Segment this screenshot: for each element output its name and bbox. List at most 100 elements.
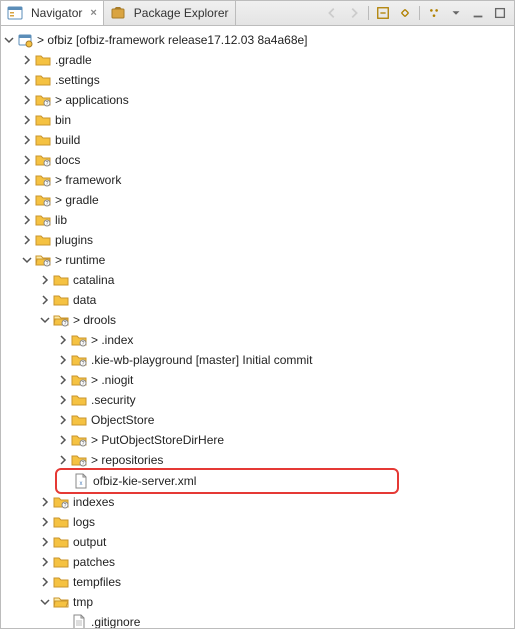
chevron-right-icon[interactable] [19, 232, 35, 248]
folder-icon [35, 52, 51, 68]
chevron-right-icon[interactable] [55, 412, 71, 428]
svg-text:?: ? [64, 503, 67, 509]
tree-item-indexes[interactable]: ?indexes [1, 492, 514, 512]
folder-icon [35, 232, 51, 248]
tree-item-docs[interactable]: ?docs [1, 150, 514, 170]
navigator-icon [7, 5, 23, 21]
svg-text:?: ? [82, 341, 85, 347]
tree-item-kie-wb[interactable]: ?.kie-wb-playground [master] Initial com… [1, 350, 514, 370]
chevron-right-icon[interactable] [19, 72, 35, 88]
view-toolbar [318, 5, 514, 21]
chevron-right-icon[interactable] [37, 554, 53, 570]
tree-item-repositories[interactable]: ?> repositories [1, 450, 514, 470]
chevron-right-icon[interactable] [55, 332, 71, 348]
folder-decorated-icon: ? [35, 172, 51, 188]
chevron-down-icon[interactable] [37, 594, 53, 610]
tree-item-build[interactable]: build [1, 130, 514, 150]
folder-decorated-icon: ? [35, 212, 51, 228]
chevron-right-icon[interactable] [19, 172, 35, 188]
folder-icon [53, 514, 69, 530]
tree-item-settings[interactable]: .settings [1, 70, 514, 90]
folder-decorated-icon: ? [53, 494, 69, 510]
view-menu-button[interactable] [448, 5, 464, 21]
tree-root-label: > ofbiz [ofbiz-framework release17.12.03… [37, 33, 308, 47]
filters-button[interactable] [426, 5, 442, 21]
collapse-all-button[interactable] [375, 5, 391, 21]
chevron-right-icon[interactable] [55, 452, 71, 468]
folder-icon [53, 574, 69, 590]
chevron-right-icon[interactable] [55, 432, 71, 448]
tree-item-runtime[interactable]: ?> runtime [1, 250, 514, 270]
minimize-button[interactable] [470, 5, 486, 21]
tree-item-applications[interactable]: ?> applications [1, 90, 514, 110]
link-editor-button[interactable] [397, 5, 413, 21]
tree-item-tmp[interactable]: tmp [1, 592, 514, 612]
tree-root[interactable]: > ofbiz [ofbiz-framework release17.12.03… [1, 30, 514, 50]
chevron-right-icon[interactable] [19, 152, 35, 168]
tree-item-lib[interactable]: ?lib [1, 210, 514, 230]
tree-item-gitignore[interactable]: .gitignore [1, 612, 514, 628]
chevron-right-icon[interactable] [37, 292, 53, 308]
tree-item-patches[interactable]: patches [1, 552, 514, 572]
tree-item-gradle[interactable]: .gradle [1, 50, 514, 70]
tree-item-plugins[interactable]: plugins [1, 230, 514, 250]
chevron-right-icon[interactable] [37, 514, 53, 530]
tree-item-index[interactable]: ?> .index [1, 330, 514, 350]
svg-text:?: ? [46, 261, 49, 267]
chevron-down-icon[interactable] [37, 312, 53, 328]
tree-item-framework[interactable]: ?> framework [1, 170, 514, 190]
tree-item-data[interactable]: data [1, 290, 514, 310]
back-button[interactable] [324, 5, 340, 21]
chevron-right-icon[interactable] [55, 372, 71, 388]
svg-text:?: ? [82, 361, 85, 367]
tab-navigator[interactable]: Navigator × [1, 1, 104, 25]
maximize-button[interactable] [492, 5, 508, 21]
chevron-right-icon[interactable] [19, 112, 35, 128]
tree-item-logs[interactable]: logs [1, 512, 514, 532]
chevron-right-icon[interactable] [37, 494, 53, 510]
tree-item-gradle2[interactable]: ?> gradle [1, 190, 514, 210]
svg-text:?: ? [46, 101, 49, 107]
chevron-right-icon[interactable] [37, 534, 53, 550]
tree-item-tempfiles[interactable]: tempfiles [1, 572, 514, 592]
tree-item-bin[interactable]: bin [1, 110, 514, 130]
tab-package-explorer[interactable]: Package Explorer [104, 1, 236, 25]
svg-text:?: ? [46, 201, 49, 207]
close-icon[interactable]: × [90, 7, 96, 19]
tree-item-drools[interactable]: ?> drools [1, 310, 514, 330]
chevron-right-icon[interactable] [19, 132, 35, 148]
chevron-right-icon[interactable] [19, 212, 35, 228]
chevron-right-icon[interactable] [55, 392, 71, 408]
folder-decorated-icon: ? [35, 192, 51, 208]
tree-item-kie-server-xml[interactable]: x ofbiz-kie-server.xml [57, 471, 397, 491]
folder-open-icon: ? [53, 312, 69, 328]
svg-text:?: ? [46, 181, 49, 187]
chevron-right-icon[interactable] [19, 192, 35, 208]
tree-item-catalina[interactable]: catalina [1, 270, 514, 290]
folder-decorated-icon: ? [35, 152, 51, 168]
project-icon [17, 32, 33, 48]
tree[interactable]: > ofbiz [ofbiz-framework release17.12.03… [1, 26, 514, 628]
package-explorer-icon [110, 5, 126, 21]
tree-item-security[interactable]: .security [1, 390, 514, 410]
svg-text:?: ? [82, 441, 85, 447]
tree-item-output[interactable]: output [1, 532, 514, 552]
chevron-right-icon[interactable] [19, 52, 35, 68]
folder-decorated-icon: ? [71, 352, 87, 368]
chevron-down-icon[interactable] [1, 32, 17, 48]
chevron-right-icon[interactable] [37, 272, 53, 288]
chevron-right-icon[interactable] [19, 92, 35, 108]
folder-icon [35, 72, 51, 88]
chevron-down-icon[interactable] [19, 252, 35, 268]
tree-item-niogit[interactable]: ?> .niogit [1, 370, 514, 390]
file-icon [71, 614, 87, 628]
chevron-right-icon[interactable] [37, 574, 53, 590]
folder-decorated-icon: ? [71, 452, 87, 468]
folder-icon [53, 272, 69, 288]
chevron-right-icon[interactable] [55, 352, 71, 368]
tree-item-objectstore[interactable]: ObjectStore [1, 410, 514, 430]
tree-item-putobjstore[interactable]: ?> PutObjectStoreDirHere [1, 430, 514, 450]
forward-button[interactable] [346, 5, 362, 21]
svg-text:?: ? [82, 381, 85, 387]
folder-open-icon [53, 594, 69, 610]
